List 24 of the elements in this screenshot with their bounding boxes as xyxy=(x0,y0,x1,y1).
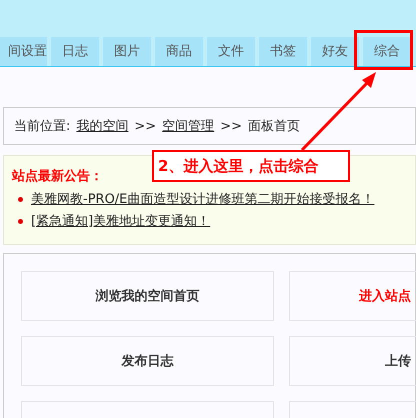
announcement-title: 站点最新公告： xyxy=(12,168,103,186)
nav-tab[interactable]: 图片 xyxy=(103,37,151,66)
breadcrumb-link[interactable]: 空间管理 xyxy=(162,117,214,135)
nav-tab[interactable]: 好友 xyxy=(311,37,359,66)
breadcrumb-current: 面板首页 xyxy=(248,118,300,135)
callout-note: 2、进入这里，点击综合 xyxy=(152,150,350,182)
nav-tab[interactable]: 商品 xyxy=(155,37,203,66)
nav-tab[interactable]: 综合 xyxy=(363,37,411,66)
breadcrumb-label: 当前位置: xyxy=(14,118,70,135)
shortcut-tile[interactable]: 浏览我的空间首页 xyxy=(21,271,274,321)
shortcut-tile[interactable]: 进入站点 xyxy=(289,271,416,321)
announcement-link[interactable]: 美雅网教-PRO/E曲面造型设计进修班第二期开始接受报名！ xyxy=(31,190,374,208)
bullet-icon xyxy=(18,218,23,224)
nav-tab[interactable]: 文件 xyxy=(207,37,255,66)
breadcrumb-separator: >> xyxy=(134,118,156,134)
breadcrumb-separator: >> xyxy=(220,118,242,134)
shortcut-tile[interactable]: 发布日志 xyxy=(21,336,274,386)
nav-tab[interactable]: 书签 xyxy=(259,37,307,66)
announcement-link[interactable]: [紧急通知]美雅地址变更通知！ xyxy=(31,212,210,230)
breadcrumb-link[interactable]: 我的空间 xyxy=(76,117,128,135)
bullet-icon xyxy=(18,196,23,202)
shortcut-tile[interactable]: 上传 xyxy=(289,336,416,386)
nav-tab[interactable]: 间设置 xyxy=(0,37,47,66)
nav-tab[interactable]: 日志 xyxy=(51,37,99,66)
